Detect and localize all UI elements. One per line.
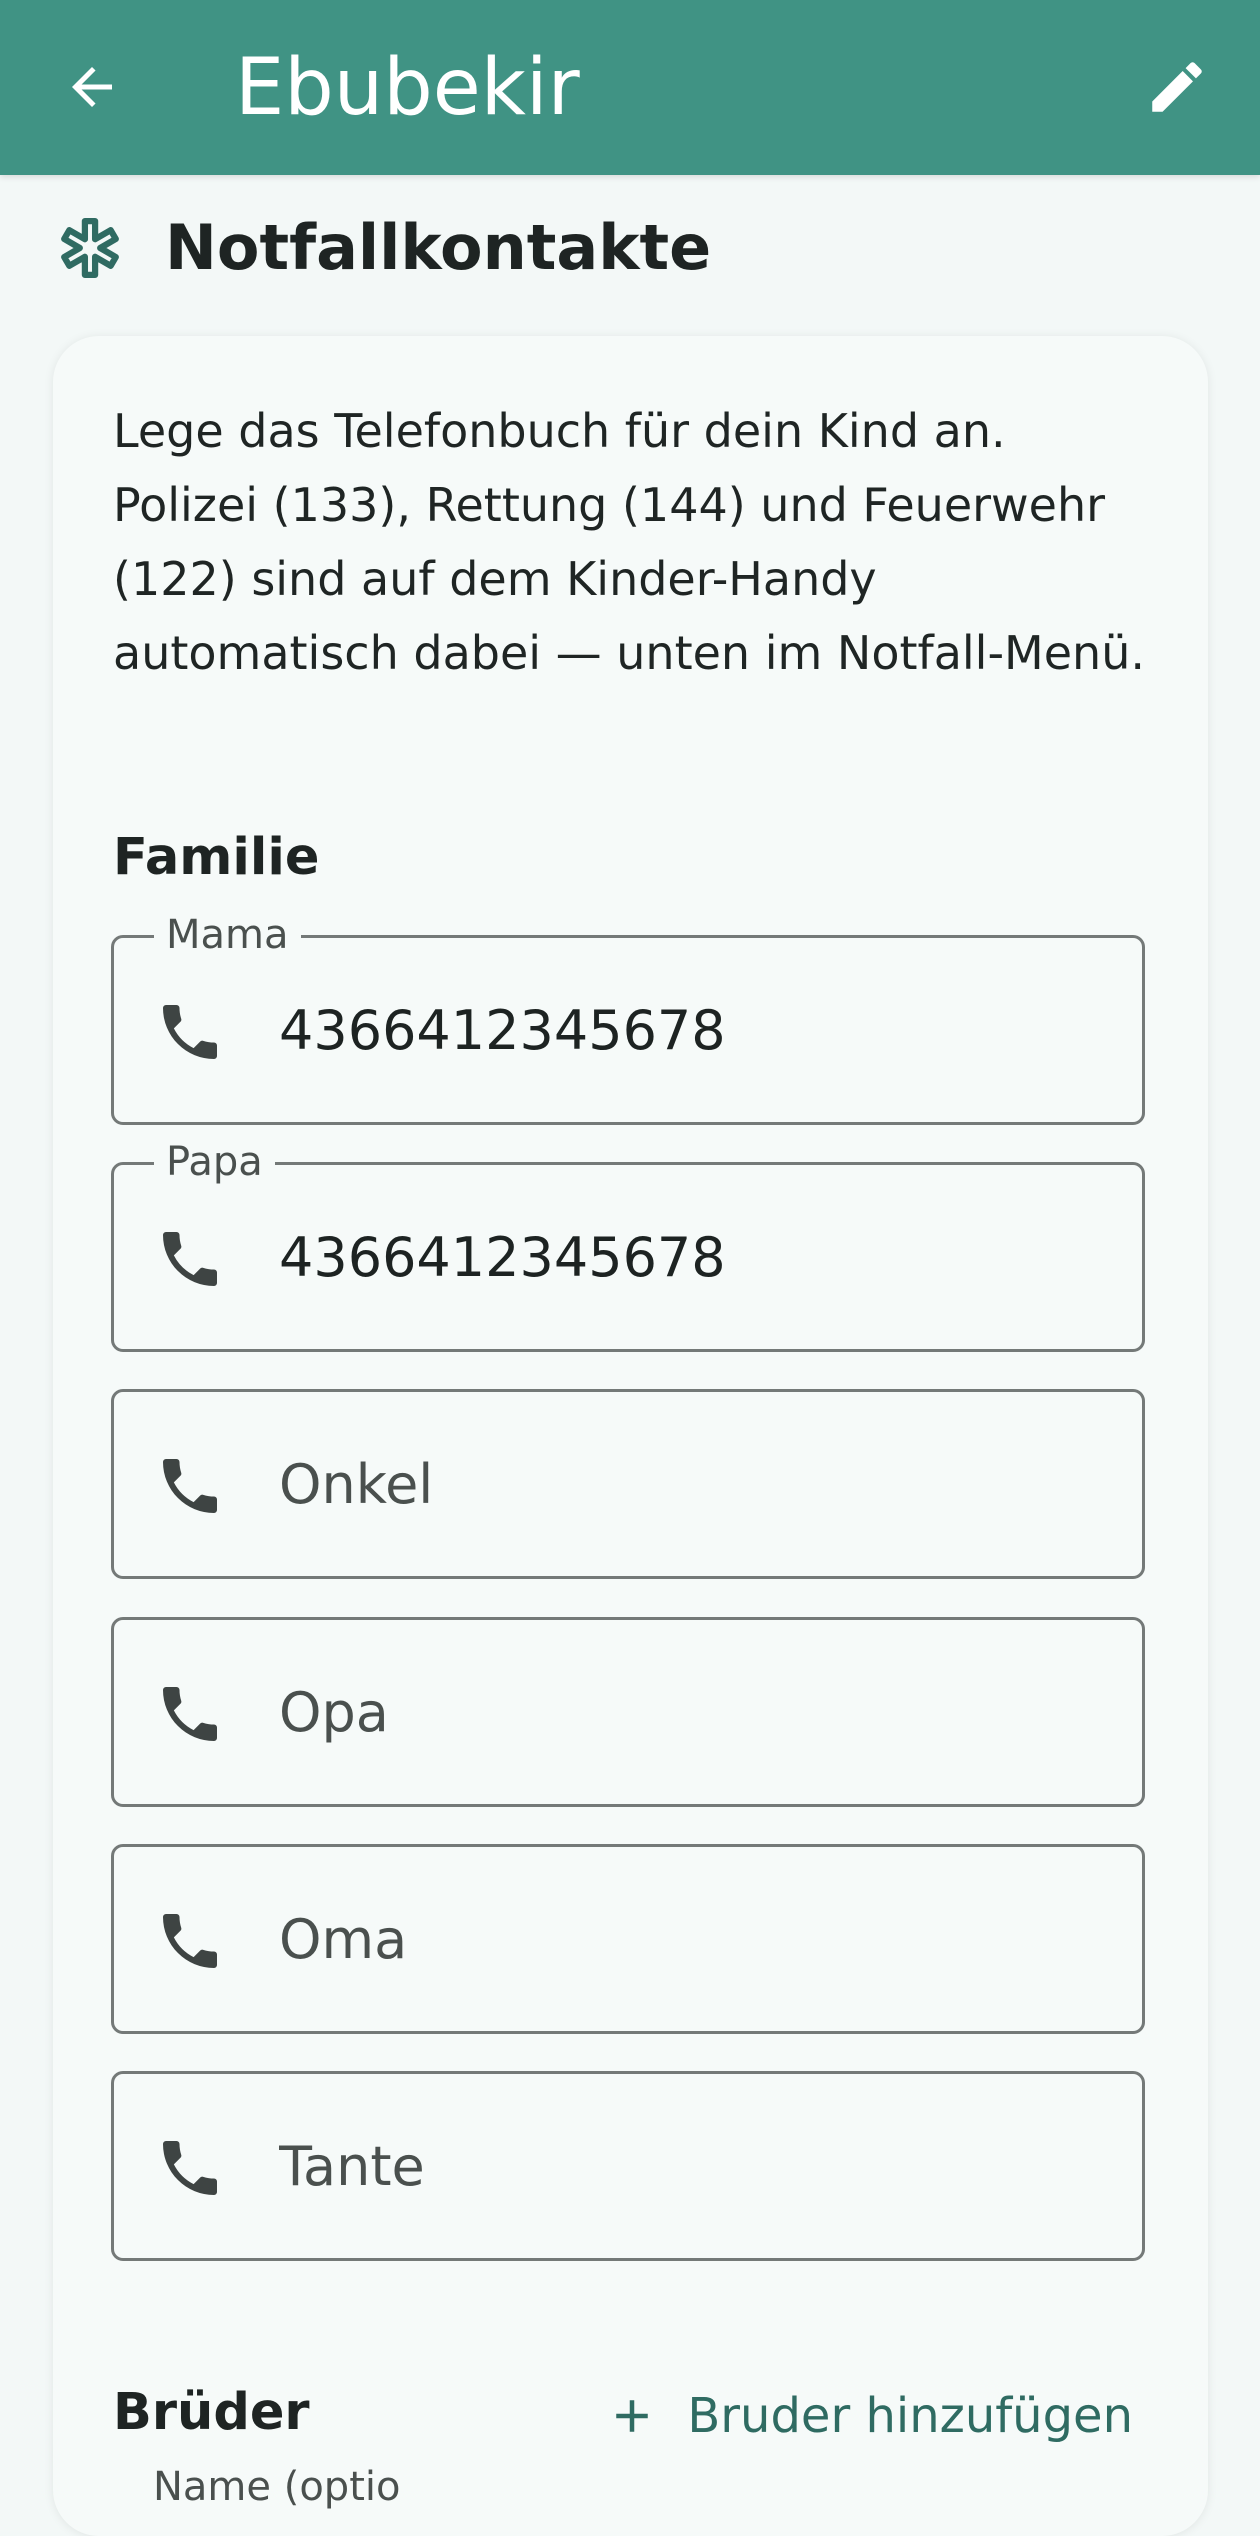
section-title: Notfallkontakte: [165, 211, 712, 284]
contact-field-mama[interactable]: Mama: [111, 910, 1145, 1125]
brother-name-field-label: Name (optio: [153, 2464, 401, 2510]
phone-icon: [163, 1687, 217, 1741]
arrow-back-icon: [72, 67, 112, 107]
edit-button[interactable]: [1130, 40, 1224, 134]
phone-icon: [163, 2141, 217, 2195]
emergency-contacts-card: Lege das Telefonbuch für dein Kind an. P…: [53, 336, 1208, 2536]
brothers-row: Brüder Bruder hinzufügen: [113, 2361, 1163, 2471]
phone-icon: [163, 1914, 217, 1968]
contact-field-onkel[interactable]: [111, 1389, 1145, 1579]
back-button[interactable]: [50, 45, 134, 129]
phone-icon: [163, 1232, 217, 1286]
field-label: Papa: [154, 1137, 275, 1187]
medical-asterisk-icon: [55, 213, 125, 283]
pencil-icon: [1152, 62, 1202, 112]
field-label: Mama: [154, 910, 301, 960]
add-brother-label: Bruder hinzufügen: [687, 2388, 1133, 2444]
app-bar: Ebubekir: [0, 0, 1260, 175]
intro-text: Lege das Telefonbuch für dein Kind an. P…: [113, 404, 1145, 680]
page-title: Ebubekir: [235, 43, 580, 133]
phone-input[interactable]: [279, 1205, 1099, 1310]
family-group-title: Familie: [113, 828, 320, 887]
phone-input[interactable]: [279, 1887, 1099, 1992]
phone-input[interactable]: [279, 1660, 1099, 1765]
phone-icon: [163, 1459, 217, 1513]
phone-input[interactable]: [279, 1432, 1099, 1537]
phone-input[interactable]: [279, 978, 1099, 1083]
contact-field-opa[interactable]: [111, 1617, 1145, 1807]
section-header: Notfallkontakte: [55, 200, 711, 295]
plus-icon: [616, 2400, 649, 2432]
phone-icon: [163, 1005, 217, 1059]
add-brother-button[interactable]: Bruder hinzufügen: [605, 2371, 1133, 2461]
contact-field-papa[interactable]: Papa: [111, 1137, 1145, 1352]
contact-field-tante[interactable]: [111, 2071, 1145, 2261]
phone-input[interactable]: [279, 2114, 1099, 2219]
brothers-group-title: Brüder: [113, 2383, 310, 2442]
contact-field-oma[interactable]: [111, 1844, 1145, 2034]
